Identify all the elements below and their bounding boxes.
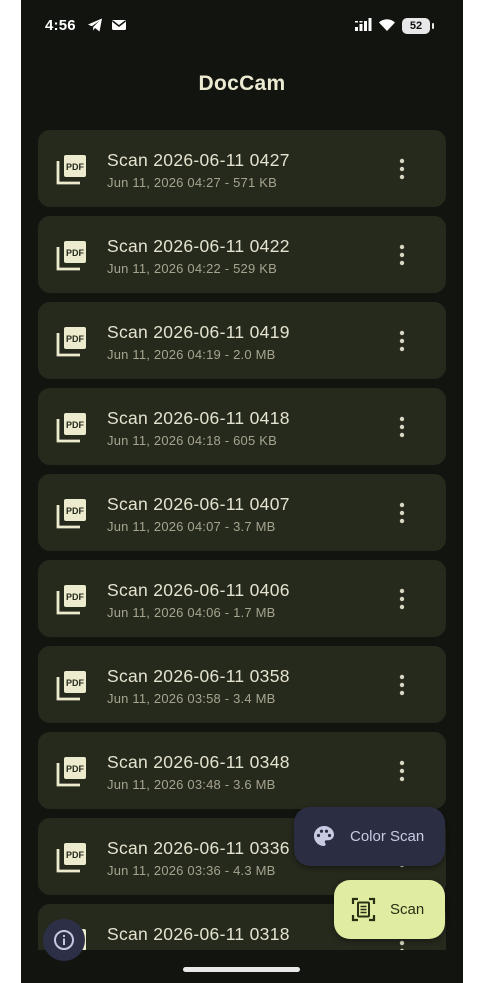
more-options-icon[interactable] xyxy=(390,412,414,442)
file-meta: Jun 11, 2026 04:27 - 571 KB xyxy=(107,175,277,190)
more-options-icon[interactable] xyxy=(390,498,414,528)
svg-text:PDF: PDF xyxy=(66,334,85,344)
color-scan-button[interactable]: Color Scan xyxy=(294,807,445,866)
scan-file-card[interactable]: PDF Scan 2026-06-11 0422 Jun 11, 2026 04:2… xyxy=(38,216,446,293)
svg-text:PDF: PDF xyxy=(66,248,85,258)
svg-text:PDF: PDF xyxy=(66,162,85,172)
pdf-icon: PDF xyxy=(56,497,88,529)
file-name: Scan 2026-06-11 0318 xyxy=(107,924,290,944)
file-name: Scan 2026-06-11 0422 xyxy=(107,236,290,256)
battery-icon: 52 xyxy=(402,18,434,34)
document-scanner-icon xyxy=(351,897,376,922)
app-title: DocCam xyxy=(198,72,286,95)
battery-level: 52 xyxy=(409,20,423,32)
palette-icon xyxy=(314,826,334,846)
telegram-icon xyxy=(88,18,102,32)
wifi-icon xyxy=(379,19,395,31)
pdf-icon: PDF xyxy=(56,239,88,271)
status-time: 4:56 xyxy=(45,17,76,34)
svg-text:PDF: PDF xyxy=(66,764,85,774)
file-name: Scan 2026-06-11 0406 xyxy=(107,580,290,600)
info-icon xyxy=(54,930,74,950)
file-meta: Jun 11, 2026 04:18 - 605 KB xyxy=(107,433,277,448)
more-options-icon[interactable] xyxy=(390,756,414,786)
scan-file-card[interactable]: PDF Scan 2026-06-11 0358 Jun 11, 2026 03:5… xyxy=(38,646,446,723)
file-name: Scan 2026-06-11 0418 xyxy=(107,408,290,428)
file-meta: Jun 11, 2026 04:22 - 529 KB xyxy=(107,261,277,276)
scan-file-card[interactable]: PDF Scan 2026-06-11 0427 Jun 11, 2026 04:2… xyxy=(38,130,446,207)
file-meta: Jun 11, 2026 03:36 - 4.3 MB xyxy=(107,863,276,878)
more-options-icon[interactable] xyxy=(390,584,414,614)
color-scan-label: Color Scan xyxy=(350,828,425,845)
scan-label: Scan xyxy=(390,901,425,918)
scan-file-card[interactable]: PDF Scan 2026-06-11 0407 Jun 11, 2026 04:0… xyxy=(38,474,446,551)
svg-text:PDF: PDF xyxy=(66,506,85,516)
pdf-icon: PDF xyxy=(56,583,88,615)
svg-text:PDF: PDF xyxy=(66,420,85,430)
svg-text:PDF: PDF xyxy=(66,850,85,860)
more-options-icon[interactable] xyxy=(390,326,414,356)
pdf-icon: PDF xyxy=(56,841,88,873)
scan-file-card[interactable]: PDF Scan 2026-06-11 0419 Jun 11, 2026 04:1… xyxy=(38,302,446,379)
file-meta: Jun 11, 2026 04:06 - 1.7 MB xyxy=(107,605,276,620)
home-indicator[interactable] xyxy=(183,967,300,972)
file-meta: Jun 11, 2026 03:48 - 3.6 MB xyxy=(107,777,276,792)
phone-screen: 4:56 52 DocCam PDF Scan 2026-06-11 0427 Ju… xyxy=(21,0,463,983)
info-button[interactable] xyxy=(43,919,85,961)
mail-icon xyxy=(112,20,126,30)
file-name: Scan 2026-06-11 0419 xyxy=(107,322,290,342)
scan-file-card[interactable]: PDF Scan 2026-06-11 0348 Jun 11, 2026 03:4… xyxy=(38,732,446,809)
file-name: Scan 2026-06-11 0407 xyxy=(107,494,290,514)
scan-button[interactable]: Scan xyxy=(334,880,445,939)
more-options-icon[interactable] xyxy=(390,670,414,700)
more-options-icon[interactable] xyxy=(390,240,414,270)
more-options-icon[interactable] xyxy=(390,154,414,184)
pdf-icon: PDF xyxy=(56,153,88,185)
pdf-icon: PDF xyxy=(56,755,88,787)
signal-icon xyxy=(355,18,372,31)
scan-file-card[interactable]: PDF Scan 2026-06-11 0406 Jun 11, 2026 04:0… xyxy=(38,560,446,637)
pdf-icon: PDF xyxy=(56,669,88,701)
svg-text:PDF: PDF xyxy=(66,678,85,688)
status-bar: 4:56 52 xyxy=(21,0,463,52)
svg-text:PDF: PDF xyxy=(66,592,85,602)
file-meta: Jun 11, 2026 04:07 - 3.7 MB xyxy=(107,519,276,534)
file-name: Scan 2026-06-11 0348 xyxy=(107,752,290,772)
file-name: Scan 2026-06-11 0336 xyxy=(107,838,290,858)
file-name: Scan 2026-06-11 0358 xyxy=(107,666,290,686)
pdf-icon: PDF xyxy=(56,325,88,357)
file-meta: Jun 11, 2026 03:58 - 3.4 MB xyxy=(107,691,276,706)
file-meta: Jun 11, 2026 04:19 - 2.0 MB xyxy=(107,347,276,362)
file-name: Scan 2026-06-11 0427 xyxy=(107,150,290,170)
pdf-icon: PDF xyxy=(56,411,88,443)
scan-file-card[interactable]: PDF Scan 2026-06-11 0418 Jun 11, 2026 04:1… xyxy=(38,388,446,465)
